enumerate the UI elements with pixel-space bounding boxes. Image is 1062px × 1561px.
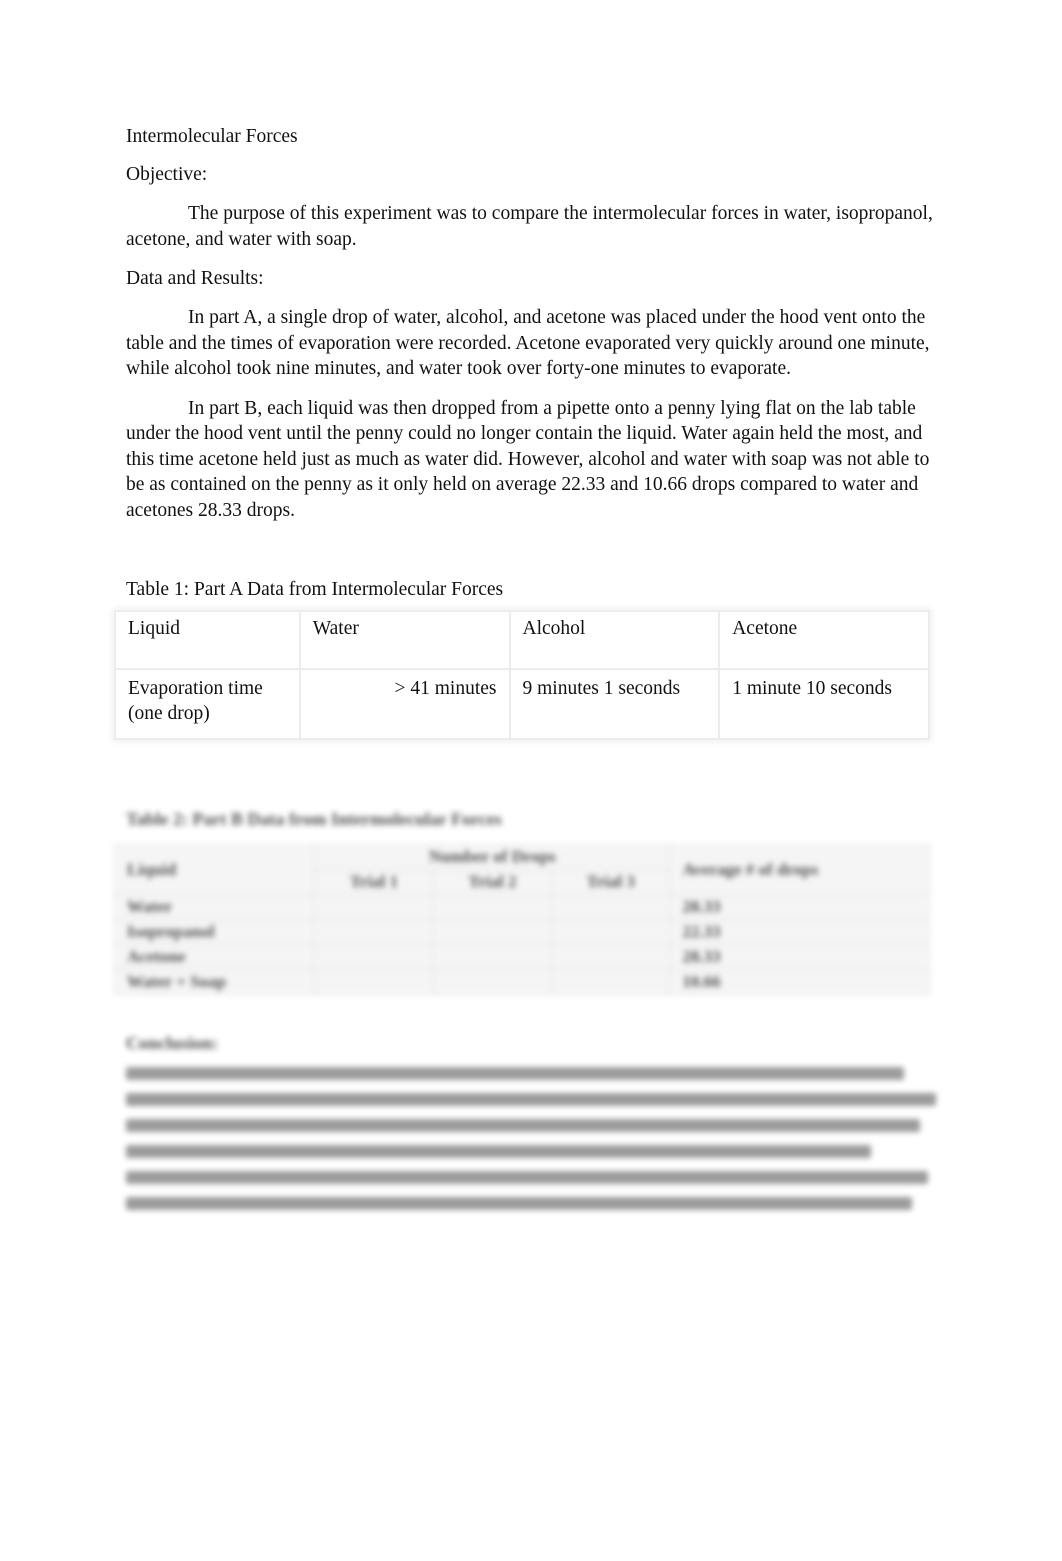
table1-header-cell: Water <box>298 610 511 670</box>
table2-header-liquid: Liquid <box>113 844 316 895</box>
table1-cell: > 41 minutes <box>298 668 511 740</box>
table2-liquid: Acetone <box>113 944 316 970</box>
table2-avg: 22.33 <box>669 919 930 945</box>
table2-header-group: Number of Drops <box>314 844 671 870</box>
table2-row: Water + Soap 10.66 <box>113 969 930 995</box>
table2-avg: 28.33 <box>669 944 930 970</box>
table1-cell: 1 minute 10 seconds <box>718 668 930 740</box>
conclusion-paragraph-obscured <box>126 1067 936 1210</box>
table1-cell: 9 minutes 1 seconds <box>508 668 721 740</box>
table2-trial <box>551 969 671 995</box>
table2-trial <box>314 969 434 995</box>
table2-trial-header: Trial 2 <box>432 869 553 895</box>
table2-liquid: Water + Soap <box>113 969 316 995</box>
table2-liquid: Water <box>113 894 316 920</box>
table2-trial <box>314 894 434 920</box>
table2-trial-header: Trial 1 <box>314 869 434 895</box>
table2-liquid: Isopropanol <box>113 919 316 945</box>
document-page: Intermolecular Forces Objective: The pur… <box>114 124 942 740</box>
objective-heading: Objective: <box>126 164 208 185</box>
table2-header-row: Liquid Number of Drops Average # of drop… <box>113 844 930 895</box>
table2: Liquid Number of Drops Average # of drop… <box>113 844 930 995</box>
table2-row: Water 28.33 <box>113 894 930 920</box>
table2-avg: 10.66 <box>669 969 930 995</box>
part-b-paragraph: In part B, each liquid was then dropped … <box>126 397 930 521</box>
table1-header-cell: Liquid <box>114 610 301 670</box>
table1-cell: Evaporation time (one drop) <box>114 668 301 740</box>
table1: Liquid Water Alcohol Acetone Evaporation… <box>114 610 930 740</box>
results-heading: Data and Results: <box>126 268 264 289</box>
table2-trial <box>551 894 671 920</box>
table2-trial <box>432 969 553 995</box>
blurred-preview-region: Table 2: Part B Data from Intermolecular… <box>113 804 944 1223</box>
part-a-paragraph: In part A, a single drop of water, alcoh… <box>126 307 930 379</box>
table2-trial <box>432 944 553 970</box>
obscured-text-line <box>126 1145 872 1158</box>
objective-paragraph: The purpose of this experiment was to co… <box>126 203 933 250</box>
table2-avg: 28.33 <box>669 894 930 920</box>
table2-trial-header: Trial 3 <box>551 869 671 895</box>
table2-header-avg: Average # of drops <box>669 844 930 895</box>
document-title: Intermolecular Forces <box>126 126 298 147</box>
table1-caption: Table 1: Part A Data from Intermolecular… <box>126 579 504 600</box>
table2-trial <box>314 944 434 970</box>
obscured-text-line <box>126 1093 936 1106</box>
table2-trial <box>551 944 671 970</box>
table1-row: Evaporation time (one drop) > 41 minutes… <box>114 668 930 740</box>
table2-caption: Table 2: Part B Data from Intermolecular… <box>126 809 502 829</box>
table1-header-cell: Acetone <box>718 610 930 670</box>
obscured-text-line <box>126 1197 912 1210</box>
conclusion-heading: Conclusion: <box>126 1033 219 1053</box>
obscured-text-line <box>126 1119 920 1132</box>
obscured-text-line <box>126 1067 904 1080</box>
table2-trial <box>432 894 553 920</box>
table1-header-cell: Alcohol <box>508 610 721 670</box>
table2-trial <box>551 919 671 945</box>
obscured-text-line <box>126 1171 928 1184</box>
table2-row: Isopropanol 22.33 <box>113 919 930 945</box>
table1-header-row: Liquid Water Alcohol Acetone <box>114 610 930 670</box>
table2-trial <box>314 919 434 945</box>
table2-row: Acetone 28.33 <box>113 944 930 970</box>
table2-trial <box>432 919 553 945</box>
